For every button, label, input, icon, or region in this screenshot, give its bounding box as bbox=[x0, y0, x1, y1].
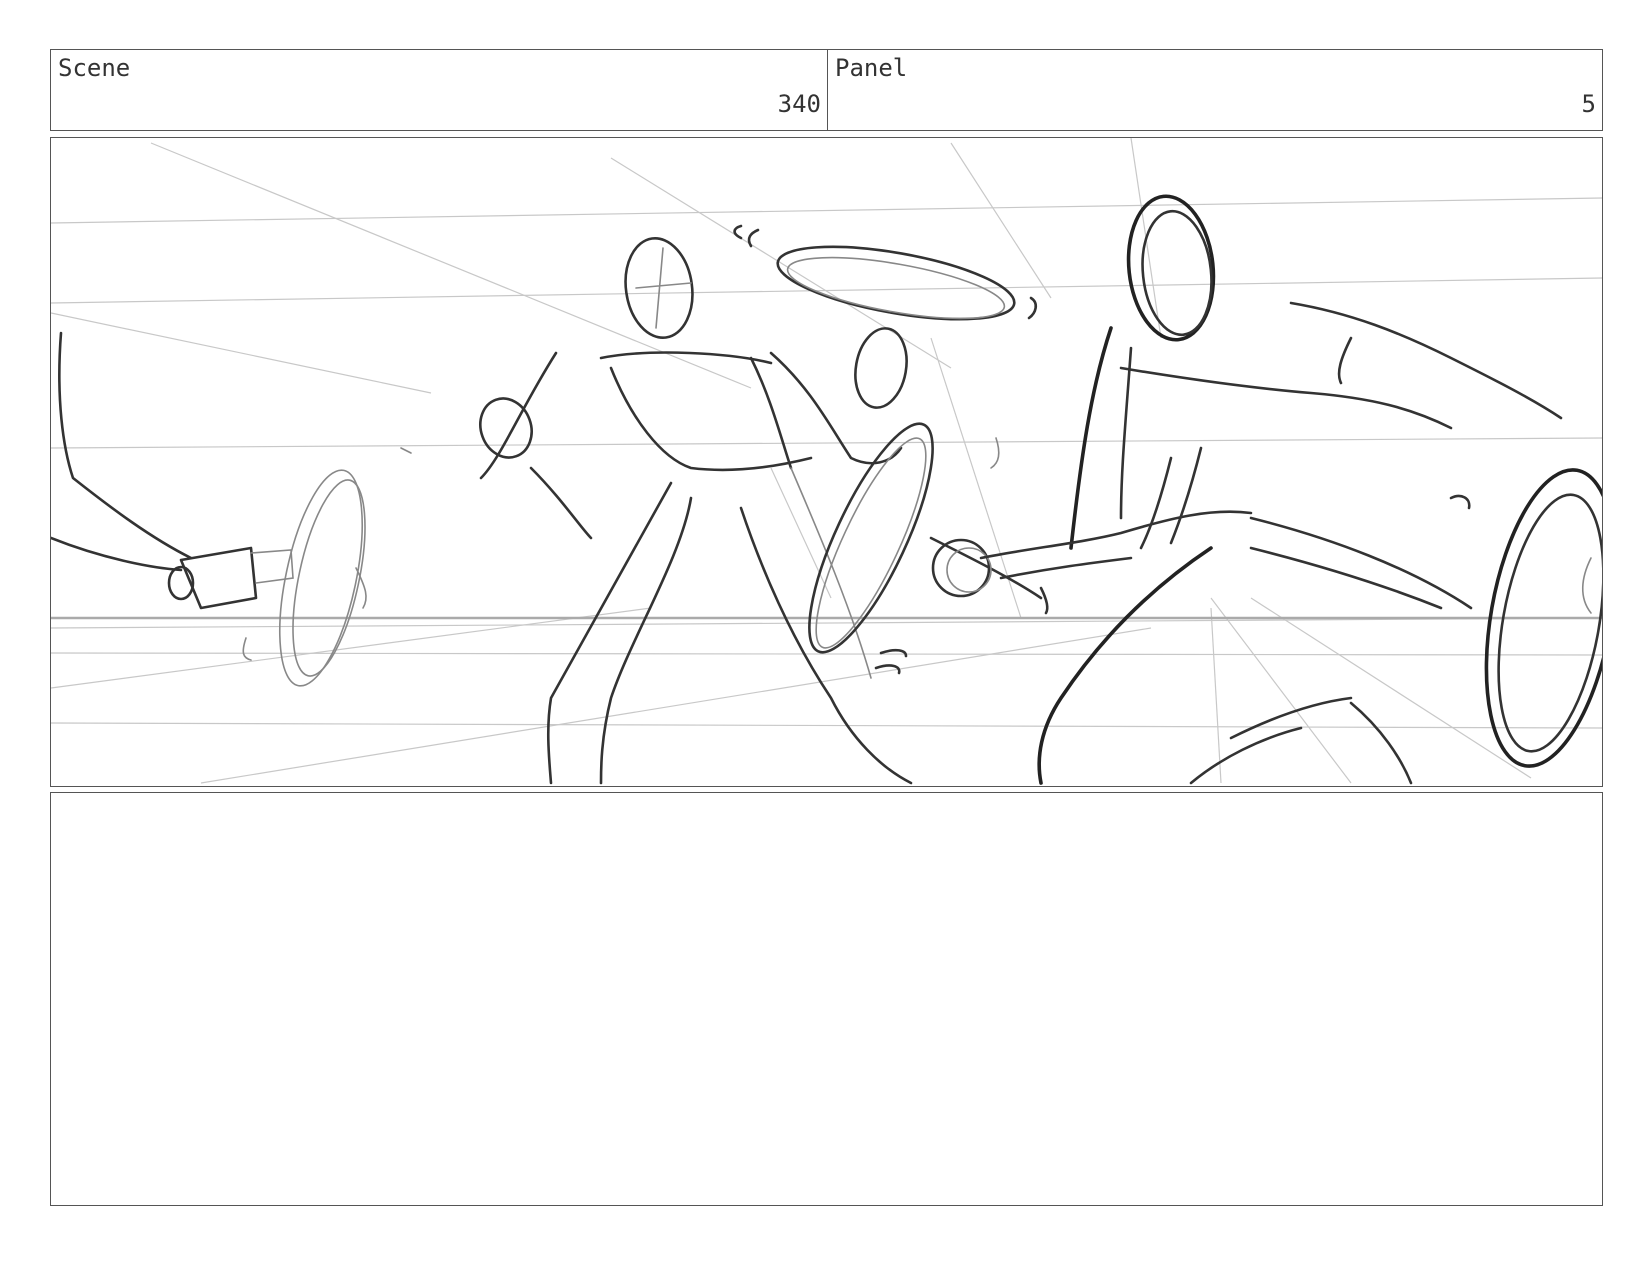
scene-label: Scene bbox=[58, 54, 131, 82]
right-figure bbox=[929, 194, 1602, 785]
perspective-guides bbox=[51, 138, 1602, 784]
storyboard-frame bbox=[50, 137, 1603, 787]
panel-cell: Panel 5 bbox=[828, 50, 1602, 130]
scene-cell: Scene 340 bbox=[51, 50, 828, 130]
left-figure bbox=[51, 331, 412, 687]
middle-figure bbox=[479, 224, 1038, 785]
sketch-illustration bbox=[51, 138, 1602, 785]
panel-number: 5 bbox=[1581, 90, 1596, 118]
scene-number: 340 bbox=[777, 90, 821, 118]
storyboard-header: Scene 340 Panel 5 bbox=[50, 49, 1603, 131]
notes-box bbox=[50, 792, 1603, 1206]
panel-label: Panel bbox=[835, 54, 908, 82]
